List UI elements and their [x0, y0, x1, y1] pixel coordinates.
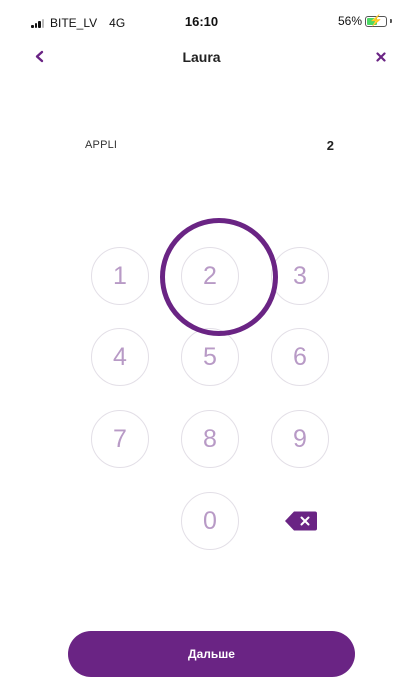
keypad-key-5[interactable]: 5 [181, 328, 239, 386]
battery-cap [390, 19, 392, 23]
status-right: 56% ⚡ [338, 14, 392, 28]
keypad-key-1[interactable]: 1 [91, 247, 149, 305]
keypad-key-6[interactable]: 6 [271, 328, 329, 386]
keypad-key-9[interactable]: 9 [271, 410, 329, 468]
keypad-key-3[interactable]: 3 [271, 247, 329, 305]
nav-bar: Laura [0, 40, 403, 74]
keypad-key-2[interactable]: 2 [181, 247, 239, 305]
page-title: Laura [182, 49, 221, 65]
battery-charging-icon: ⚡ [365, 14, 387, 27]
keypad-key-7[interactable]: 7 [91, 410, 149, 468]
charging-bolt-icon: ⚡ [369, 14, 383, 27]
entry-value: 2 [326, 138, 334, 153]
battery-percentage: 56% [337, 14, 362, 28]
close-button[interactable] [371, 45, 391, 67]
entry-label: APPLI [85, 139, 118, 151]
backspace-button[interactable] [284, 510, 318, 532]
close-icon [376, 52, 386, 62]
keypad-key-0[interactable]: 0 [181, 492, 239, 550]
entry-row: APPLI 2 [85, 138, 334, 155]
status-bar: BITE_LV 4G 16:10 56% ⚡ [0, 0, 403, 44]
keypad-key-4[interactable]: 4 [91, 328, 149, 386]
next-button[interactable]: Дальше [68, 631, 355, 677]
keypad-key-8[interactable]: 8 [181, 410, 239, 468]
backspace-icon [285, 511, 317, 531]
